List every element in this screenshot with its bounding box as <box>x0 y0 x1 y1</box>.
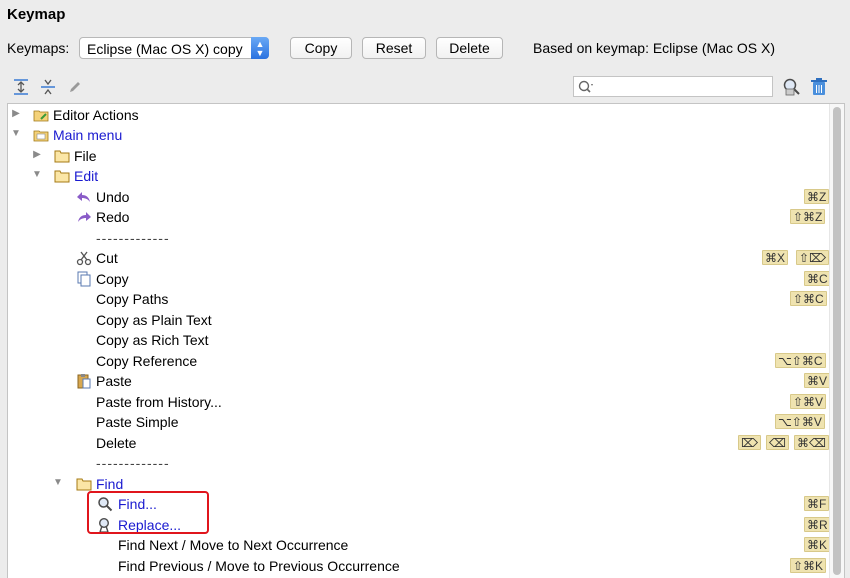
delete-button[interactable]: Delete <box>436 37 503 59</box>
tree-node-edit[interactable]: ▼ Edit <box>8 166 830 186</box>
action-label: Copy Reference <box>96 353 198 369</box>
shortcut-badge: ⌦ <box>738 435 761 450</box>
dialog-title: Keymap <box>7 6 66 23</box>
action-label: Copy as Plain Text <box>96 312 212 328</box>
action-label: Copy as Rich Text <box>96 332 209 348</box>
main-menu-folder-icon <box>33 130 49 142</box>
paste-icon <box>77 374 91 389</box>
shortcut-badge: ⌘C <box>804 271 831 286</box>
shortcut-badge: ⌘F <box>804 496 830 511</box>
collapse-all-icon[interactable] <box>39 78 57 96</box>
copy-button[interactable]: Copy <box>290 37 352 59</box>
action-paste-from-history[interactable]: Paste from History... ⇧⌘V <box>8 392 830 412</box>
action-undo[interactable]: Undo ⌘Z <box>8 187 830 207</box>
shortcut-badge: ⌘R <box>804 517 831 532</box>
search-input[interactable] <box>573 76 773 97</box>
folder-icon <box>54 150 70 163</box>
action-label: Find Next / Move to Next Occurrence <box>118 537 349 553</box>
tree-label: File <box>74 148 97 164</box>
action-copy-reference[interactable]: Copy Reference ⌥⇧⌘C <box>8 351 830 371</box>
action-label: Undo <box>96 189 130 205</box>
action-copy-paths[interactable]: Copy Paths ⇧⌘C <box>8 289 830 309</box>
shortcut-badge: ⌘⌫ <box>794 435 829 450</box>
shortcut-badge: ⌘K <box>804 537 831 552</box>
expand-all-icon[interactable] <box>12 78 30 96</box>
action-copy-rich-text[interactable]: Copy as Rich Text <box>8 330 830 350</box>
tree-label: Find <box>96 476 124 492</box>
shortcut-badge: ⌘Z <box>804 189 830 204</box>
action-label: Redo <box>96 209 130 225</box>
tree-node-main-menu[interactable]: ▼ Main menu <box>8 125 830 145</box>
highlight-box <box>87 491 209 534</box>
action-paste[interactable]: Paste ⌘V <box>8 371 831 391</box>
action-label: Paste <box>96 373 132 389</box>
tree-label: Main menu <box>53 127 123 143</box>
collapse-arrow-icon[interactable]: ▼ <box>11 128 21 139</box>
keymaps-label: Keymaps: <box>7 40 70 56</box>
copy-icon <box>77 271 91 287</box>
action-label: Cut <box>96 250 118 266</box>
keymap-toolbar <box>0 76 850 100</box>
tree-node-editor-actions[interactable]: ▶ Editor Actions <box>8 105 830 125</box>
folder-icon <box>76 478 92 491</box>
expand-arrow-icon[interactable]: ▶ <box>32 149 42 160</box>
action-find-next[interactable]: Find Next / Move to Next Occurrence ⌘K <box>8 535 831 555</box>
shortcut-badge: ⌘X <box>762 250 789 265</box>
chevron-updown-icon[interactable]: ▲ ▼ <box>251 37 269 59</box>
shortcut-badge: ⌘V <box>804 373 831 388</box>
separator-text: ------------- <box>96 230 170 246</box>
shortcut-badge: ⇧⌘C <box>790 291 827 306</box>
tree-label: Edit <box>74 168 99 184</box>
trash-icon[interactable] <box>810 77 828 97</box>
action-find-previous[interactable]: Find Previous / Move to Previous Occurre… <box>8 556 830 576</box>
shortcut-badge: ⌥⇧⌘C <box>775 353 826 368</box>
action-delete[interactable]: Delete ⌦ ⌫ ⌘⌫ <box>8 433 830 453</box>
editor-actions-folder-icon <box>33 110 49 122</box>
shortcut-badge: ⌥⇧⌘V <box>775 414 825 429</box>
reset-button[interactable]: Reset <box>362 37 426 59</box>
collapse-arrow-icon[interactable]: ▼ <box>53 477 63 488</box>
based-on-label: Based on keymap: Eclipse (Mac OS X) <box>533 40 775 56</box>
pencil-icon[interactable] <box>66 78 84 96</box>
keymap-combobox[interactable]: Eclipse (Mac OS X) copy ▲ ▼ <box>79 37 269 59</box>
search-icon <box>578 80 593 93</box>
find-shortcut-icon[interactable] <box>782 77 802 97</box>
action-label: Paste Simple <box>96 414 179 430</box>
tree-label: Editor Actions <box>53 107 139 123</box>
menu-separator: ------------- <box>8 453 830 473</box>
folder-icon <box>54 170 70 183</box>
shortcut-badge: ⇧⌘V <box>790 394 827 409</box>
action-label: Paste from History... <box>96 394 222 410</box>
action-label: Find Previous / Move to Previous Occurre… <box>118 558 400 574</box>
expand-arrow-icon[interactable]: ▶ <box>11 108 21 119</box>
shortcut-badge: ⇧⌘K <box>790 558 827 573</box>
action-label: Delete <box>96 435 137 451</box>
separator-text: ------------- <box>96 455 170 471</box>
collapse-arrow-icon[interactable]: ▼ <box>32 169 42 180</box>
action-copy-plain-text[interactable]: Copy as Plain Text <box>8 310 830 330</box>
menu-separator: ------------- <box>8 228 830 248</box>
keymap-combobox-value: Eclipse (Mac OS X) copy <box>87 41 243 57</box>
undo-icon <box>77 192 90 202</box>
action-redo[interactable]: Redo ⇧⌘Z <box>8 207 830 227</box>
action-label: Copy <box>96 271 129 287</box>
vertical-scrollbar[interactable] <box>829 104 844 578</box>
scissors-icon <box>76 251 92 266</box>
tree-node-file[interactable]: ▶ File <box>8 146 830 166</box>
shortcut-badge: ⇧⌦ <box>796 250 830 265</box>
shortcut-badge: ⌫ <box>766 435 789 450</box>
action-label: Copy Paths <box>96 291 169 307</box>
action-paste-simple[interactable]: Paste Simple ⌥⇧⌘V <box>8 412 830 432</box>
redo-icon <box>78 212 91 222</box>
shortcut-badge: ⇧⌘Z <box>790 209 826 224</box>
keymap-selector-row: Keymaps: Eclipse (Mac OS X) copy ▲ ▼ Copy… <box>7 37 847 61</box>
action-copy[interactable]: Copy ⌘C <box>8 269 831 289</box>
scrollbar-thumb[interactable] <box>833 107 841 575</box>
action-cut[interactable]: Cut ⌘X ⇧⌦ <box>8 248 830 268</box>
